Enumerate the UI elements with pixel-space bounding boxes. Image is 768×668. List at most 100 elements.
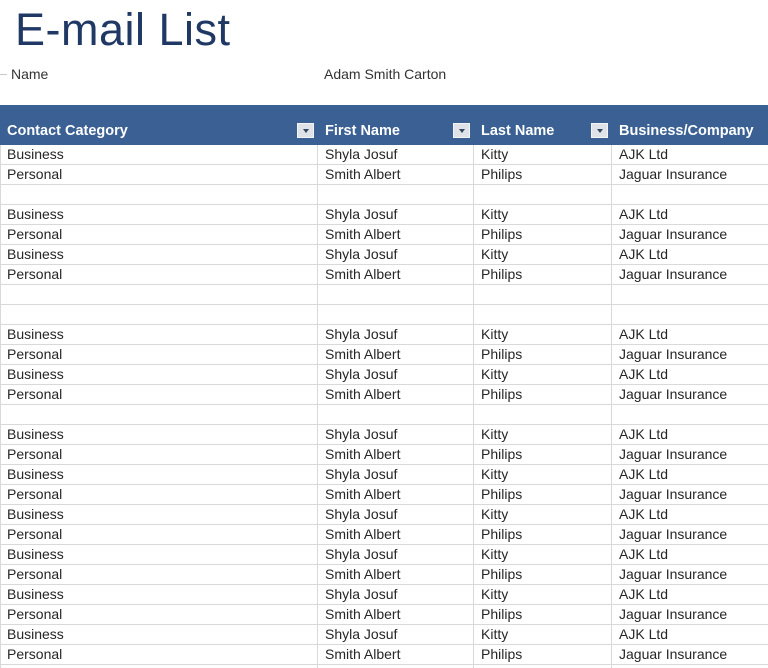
table-cell[interactable]: Business [0, 545, 318, 564]
table-cell[interactable]: Philips [474, 385, 612, 404]
table-cell[interactable]: Jaguar Insurance [612, 265, 768, 284]
table-cell[interactable]: Smith Albert [318, 445, 474, 464]
table-cell[interactable]: Shyla Josuf [318, 505, 474, 524]
table-cell[interactable]: Kitty [474, 625, 612, 644]
table-cell[interactable] [474, 285, 612, 304]
table-cell[interactable]: Business [0, 145, 318, 164]
table-cell[interactable]: Personal [0, 345, 318, 364]
table-cell[interactable]: Business [0, 625, 318, 644]
table-row[interactable]: Business Shyla Josuf Kitty AJK Ltd [0, 625, 768, 645]
table-cell[interactable]: Kitty [474, 205, 612, 224]
table-row[interactable]: Business Shyla Josuf Kitty AJK Ltd [0, 205, 768, 225]
table-cell[interactable]: Business [0, 585, 318, 604]
table-cell[interactable]: Philips [474, 485, 612, 504]
table-cell[interactable]: Personal [0, 165, 318, 184]
table-cell[interactable]: Philips [474, 265, 612, 284]
filter-dropdown-button-1[interactable] [453, 123, 470, 138]
filter-dropdown-button-2[interactable] [591, 123, 608, 138]
table-cell[interactable]: AJK Ltd [612, 145, 768, 164]
table-cell[interactable] [612, 185, 768, 204]
table-row[interactable]: Personal Smith Albert Philips Jaguar Insura… [0, 345, 768, 365]
table-cell[interactable]: Personal [0, 565, 318, 584]
table-cell[interactable] [474, 305, 612, 324]
table-cell[interactable]: Shyla Josuf [318, 365, 474, 384]
table-row[interactable]: Personal Smith Albert Philips Jaguar Insura… [0, 385, 768, 405]
table-cell[interactable]: Shyla Josuf [318, 245, 474, 264]
table-cell[interactable]: AJK Ltd [612, 465, 768, 484]
table-cell[interactable]: AJK Ltd [612, 625, 768, 644]
table-cell[interactable]: Kitty [474, 465, 612, 484]
table-cell[interactable]: Jaguar Insurance [612, 565, 768, 584]
table-cell[interactable]: Business [0, 365, 318, 384]
table-row[interactable]: Personal Smith Albert Philips Jaguar Insura… [0, 605, 768, 625]
table-cell[interactable]: Business [0, 205, 318, 224]
table-row[interactable] [0, 185, 768, 205]
table-cell[interactable]: Shyla Josuf [318, 545, 474, 564]
table-cell[interactable]: Philips [474, 165, 612, 184]
table-cell[interactable]: Business [0, 465, 318, 484]
table-cell[interactable]: Jaguar Insurance [612, 485, 768, 504]
table-cell[interactable]: Personal [0, 485, 318, 504]
column-header-2[interactable]: Last Name [474, 105, 612, 145]
table-cell[interactable]: Smith Albert [318, 645, 474, 664]
table-cell[interactable]: Smith Albert [318, 345, 474, 364]
table-cell[interactable] [318, 305, 474, 324]
table-cell[interactable] [318, 185, 474, 204]
table-cell[interactable] [0, 405, 318, 424]
table-cell[interactable] [0, 185, 318, 204]
table-cell[interactable]: AJK Ltd [612, 245, 768, 264]
table-cell[interactable]: Kitty [474, 545, 612, 564]
table-cell[interactable] [318, 285, 474, 304]
table-cell[interactable]: Shyla Josuf [318, 205, 474, 224]
table-row[interactable]: Personal Smith Albert Philips Jaguar Insura… [0, 525, 768, 545]
table-row[interactable]: Business Shyla Josuf Kitty AJK Ltd [0, 425, 768, 445]
table-cell[interactable]: Shyla Josuf [318, 625, 474, 644]
table-cell[interactable]: Smith Albert [318, 385, 474, 404]
table-cell[interactable] [612, 305, 768, 324]
table-cell[interactable]: Philips [474, 445, 612, 464]
table-cell[interactable] [318, 405, 474, 424]
table-cell[interactable]: Philips [474, 645, 612, 664]
column-header-0[interactable]: Contact Category [0, 105, 318, 145]
table-cell[interactable]: Kitty [474, 505, 612, 524]
table-row[interactable]: Personal Smith Albert Philips Jaguar Insura… [0, 165, 768, 185]
table-cell[interactable]: Jaguar Insurance [612, 525, 768, 544]
table-cell[interactable]: Philips [474, 565, 612, 584]
table-cell[interactable]: Personal [0, 265, 318, 284]
table-cell[interactable]: AJK Ltd [612, 585, 768, 604]
table-cell[interactable]: AJK Ltd [612, 545, 768, 564]
table-cell[interactable]: Smith Albert [318, 525, 474, 544]
table-cell[interactable]: Shyla Josuf [318, 425, 474, 444]
table-cell[interactable]: Personal [0, 645, 318, 664]
table-cell[interactable]: Jaguar Insurance [612, 445, 768, 464]
table-row[interactable]: Business Shyla Josuf Kitty AJK Ltd [0, 585, 768, 605]
table-cell[interactable]: Personal [0, 225, 318, 244]
table-row[interactable] [0, 405, 768, 425]
table-cell[interactable] [474, 185, 612, 204]
table-cell[interactable]: Philips [474, 525, 612, 544]
table-row[interactable]: Personal Smith Albert Philips Jaguar Insura… [0, 225, 768, 245]
table-cell[interactable]: Philips [474, 225, 612, 244]
column-header-1[interactable]: First Name [318, 105, 474, 145]
table-cell[interactable]: Personal [0, 525, 318, 544]
table-cell[interactable]: Kitty [474, 425, 612, 444]
table-row[interactable]: Business Shyla Josuf Kitty AJK Ltd [0, 245, 768, 265]
table-cell[interactable]: Smith Albert [318, 485, 474, 504]
table-cell[interactable] [0, 305, 318, 324]
table-cell[interactable]: AJK Ltd [612, 325, 768, 344]
table-cell[interactable]: Smith Albert [318, 565, 474, 584]
table-cell[interactable]: Philips [474, 605, 612, 624]
table-cell[interactable]: Business [0, 325, 318, 344]
table-cell[interactable]: AJK Ltd [612, 365, 768, 384]
table-cell[interactable]: AJK Ltd [612, 205, 768, 224]
column-header-3[interactable]: Business/Company [612, 105, 768, 145]
table-row[interactable]: Business Shyla Josuf Kitty AJK Ltd [0, 365, 768, 385]
table-cell[interactable]: Kitty [474, 245, 612, 264]
table-cell[interactable]: Kitty [474, 145, 612, 164]
table-cell[interactable]: Philips [474, 345, 612, 364]
table-cell[interactable]: Personal [0, 605, 318, 624]
name-value[interactable]: Adam Smith Carton [324, 65, 446, 83]
table-cell[interactable]: Business [0, 505, 318, 524]
table-row[interactable]: Business Shyla Josuf Kitty AJK Ltd [0, 465, 768, 485]
table-cell[interactable]: Shyla Josuf [318, 325, 474, 344]
